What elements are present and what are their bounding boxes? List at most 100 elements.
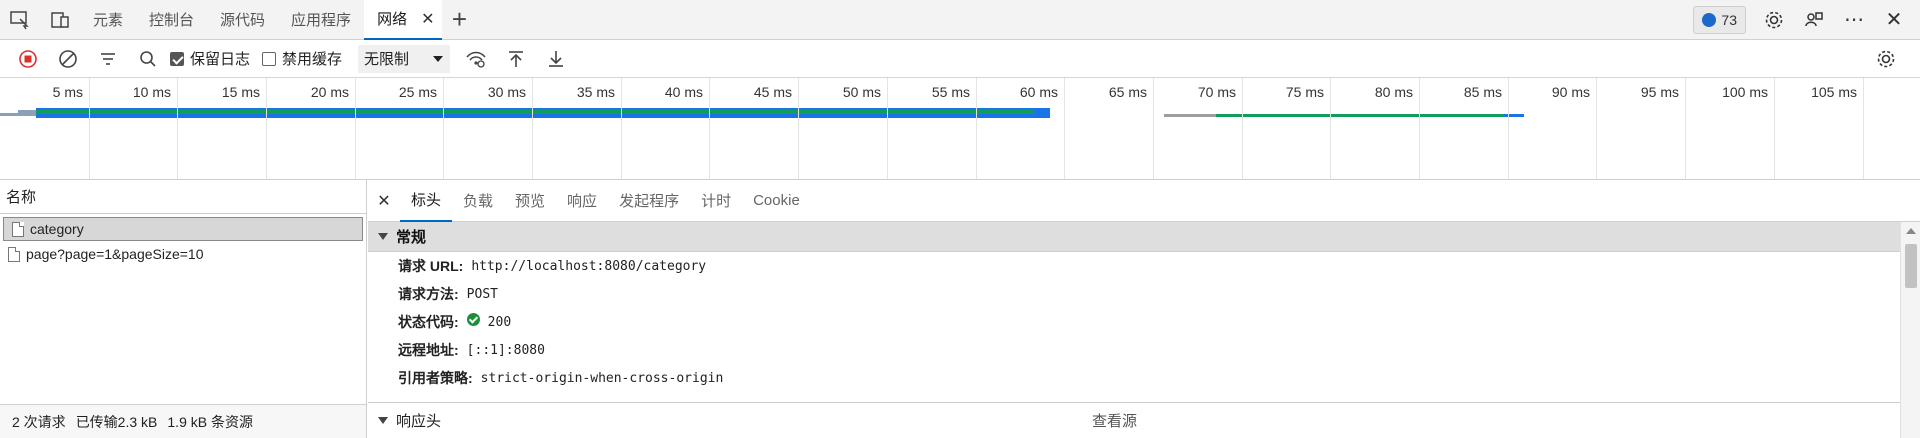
record-stop-icon[interactable] <box>8 41 48 77</box>
overview-grid-line <box>1774 78 1775 179</box>
request-row-selected[interactable]: category <box>3 217 363 241</box>
tab-response[interactable]: 响应 <box>556 180 608 222</box>
overview-tick-label: 20 ms <box>310 84 349 100</box>
header-row-remote-address: 远程地址: [::1]:8080 <box>398 342 545 358</box>
close-details-icon[interactable]: ✕ <box>368 180 400 222</box>
overview-grid-line <box>89 78 90 179</box>
tab-cookies[interactable]: Cookie <box>742 180 811 222</box>
tab-preview[interactable]: 预览 <box>504 180 556 222</box>
overview-grid-line <box>1419 78 1420 179</box>
network-settings-gear-icon[interactable] <box>1866 41 1906 77</box>
overview-tick-label: 95 ms <box>1640 84 1679 100</box>
overview-grid-line <box>1596 78 1597 179</box>
clear-icon[interactable] <box>48 41 88 77</box>
transferred-size: 已传输2.3 kB <box>75 413 158 430</box>
network-conditions-icon[interactable] <box>456 41 496 77</box>
overview-tick-label: 75 ms <box>1285 84 1324 100</box>
overview-tick-label: 100 ms <box>1722 84 1768 100</box>
more-options-icon[interactable]: ⋯ <box>1834 0 1874 40</box>
close-devtools-icon[interactable]: ✕ <box>1874 0 1914 40</box>
overview-grid-line <box>1685 78 1686 179</box>
expand-triangle-icon <box>378 417 388 424</box>
tab-network[interactable]: 网络 ✕ <box>364 0 443 40</box>
settings-gear-icon[interactable] <box>1754 0 1794 40</box>
throttling-select[interactable]: 无限制 <box>358 44 451 73</box>
overview-grid-line <box>976 78 977 179</box>
request-list-panel: 名称 category page?page=1&pageSize=10 2 次请… <box>0 180 367 438</box>
view-source-link[interactable]: 查看源 <box>1092 410 1137 431</box>
overview-tick-label: 10 ms <box>132 84 171 100</box>
overview-tick-label: 85 ms <box>1463 84 1502 100</box>
tab-elements[interactable]: 元素 <box>80 0 136 40</box>
request-details-panel: ✕ 标头 负载 预览 响应 发起程序 计时 Cookie 常规 请求 URL: … <box>368 180 1920 438</box>
overview-tick-label: 25 ms <box>398 84 437 100</box>
overview-bar-category-waiting <box>0 110 18 113</box>
header-row-referrer-policy: 引用者策略: strict-origin-when-cross-origin <box>398 370 724 386</box>
overview-grid-line <box>621 78 622 179</box>
checkbox-checked[interactable] <box>170 51 184 66</box>
preserve-log-checkbox[interactable]: 保留日志 <box>170 48 250 69</box>
tabbar-right-tools: 73 ⋯ ✕ <box>1693 0 1920 40</box>
overview-bar-category-ttfb <box>36 110 1034 114</box>
request-count: 2 次请求 <box>12 413 66 430</box>
overview-grid-line <box>1863 78 1864 179</box>
header-row-request-url: 请求 URL: http://localhost:8080/category <box>398 258 707 274</box>
tab-application[interactable]: 应用程序 <box>278 0 364 40</box>
tab-sources[interactable]: 源代码 <box>207 0 278 40</box>
overview-tick-label: 55 ms <box>931 84 970 100</box>
scroll-up-arrow-icon[interactable] <box>1906 228 1916 234</box>
overview-grid-line <box>177 78 178 179</box>
name-column-header[interactable]: 名称 <box>0 180 366 214</box>
overview-grid-line <box>1064 78 1065 179</box>
network-overview-timeline[interactable]: 5 ms 10 ms 15 ms 20 ms 25 ms 30 ms 35 ms 40 ms 4… <box>0 78 1920 180</box>
customize-profile-icon[interactable] <box>1794 0 1834 40</box>
overview-tick-label: 35 ms <box>576 84 615 100</box>
overview-bar-page-ttfb <box>1216 114 1504 117</box>
details-tabs: ✕ 标头 负载 预览 响应 发起程序 计时 Cookie <box>368 180 1920 222</box>
overview-grid-line <box>532 78 533 179</box>
device-emulation-icon[interactable] <box>40 0 80 40</box>
overview-tick-label: 105 ms <box>1811 84 1857 100</box>
dropdown-arrow-icon <box>433 55 444 62</box>
general-section-header[interactable]: 常规 <box>368 222 1900 252</box>
issues-badge[interactable]: 73 <box>1693 5 1746 34</box>
close-tab-icon[interactable]: ✕ <box>421 9 434 29</box>
scrollbar-thumb[interactable] <box>1905 244 1917 288</box>
details-scrollbar[interactable] <box>1900 222 1920 438</box>
document-icon <box>8 246 20 262</box>
checkbox-unchecked[interactable] <box>262 51 277 66</box>
overview-tick-label: 70 ms <box>1197 84 1236 100</box>
add-tab-icon[interactable]: + <box>442 0 476 40</box>
overview-grid-line <box>443 78 444 179</box>
overview-bar-page-download <box>1504 114 1524 117</box>
status-ok-icon <box>466 312 480 326</box>
overview-grid-line <box>355 78 356 179</box>
expand-triangle-icon <box>378 233 388 240</box>
overview-tick-label: 40 ms <box>664 84 703 100</box>
overview-grid-line <box>1330 78 1331 179</box>
export-har-icon[interactable] <box>536 41 576 77</box>
network-toolbar: 保留日志 禁用缓存 无限制 <box>0 40 1920 78</box>
overview-grid-line <box>266 78 267 179</box>
overview-tick-label: 50 ms <box>842 84 881 100</box>
request-row[interactable]: page?page=1&pageSize=10 <box>0 241 366 267</box>
overview-tick-label: 110 <box>1865 84 1920 100</box>
disable-cache-checkbox[interactable]: 禁用缓存 <box>262 48 342 69</box>
search-icon[interactable] <box>128 41 168 77</box>
tab-initiator[interactable]: 发起程序 <box>608 180 690 222</box>
overview-grid-line <box>709 78 710 179</box>
tab-payload[interactable]: 负载 <box>452 180 504 222</box>
tab-headers[interactable]: 标头 <box>400 180 453 222</box>
overview-tick-label: 15 ms <box>221 84 260 100</box>
overview-grid-line <box>1508 78 1509 179</box>
overview-grid-line <box>798 78 799 179</box>
response-headers-section-header[interactable]: 响应头 查看源 <box>368 402 1900 438</box>
import-har-icon[interactable] <box>496 41 536 77</box>
filter-icon[interactable] <box>88 41 128 77</box>
overview-grid-line <box>1153 78 1154 179</box>
tab-timing[interactable]: 计时 <box>690 180 742 222</box>
overview-tick-label: 80 ms <box>1374 84 1413 100</box>
tab-console[interactable]: 控制台 <box>136 0 207 40</box>
inspect-element-icon[interactable] <box>0 0 40 40</box>
overview-bar-page-stalled <box>1164 114 1216 117</box>
